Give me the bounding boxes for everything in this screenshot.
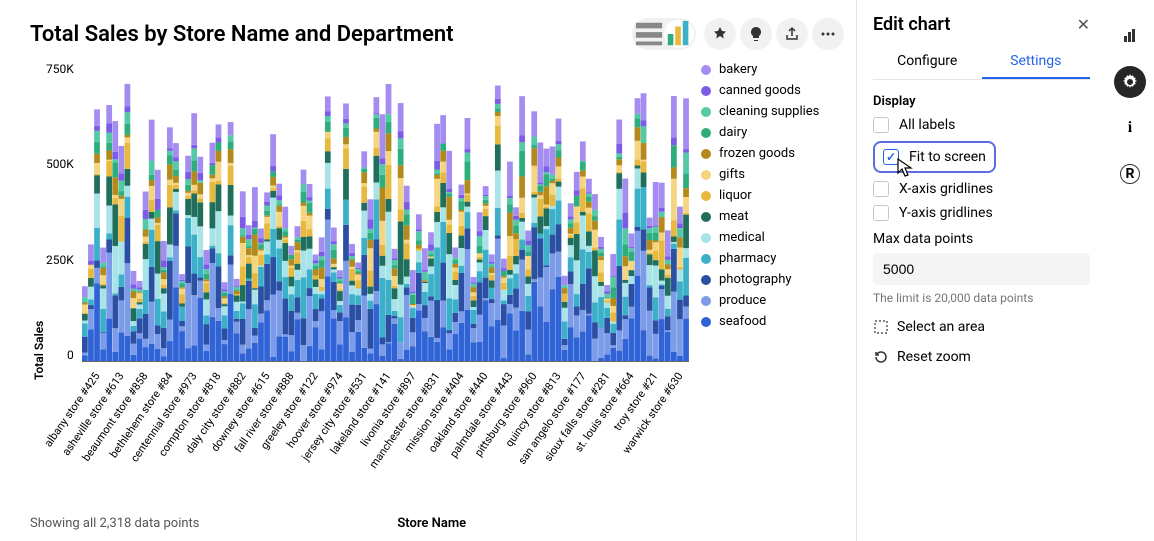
chart-area: Total Sales 750K500K250K0 albany store #… — [30, 58, 844, 512]
legend-item[interactable]: cleaning supplies — [701, 104, 844, 119]
reset-zoom-button[interactable]: Reset zoom — [873, 349, 1090, 365]
y-axis-ticks: 750K500K250K0 — [46, 62, 82, 362]
pin-icon[interactable] — [704, 18, 736, 50]
x-axis-label: Store Name — [200, 516, 844, 531]
select-area-button[interactable]: Select an area — [873, 319, 1090, 335]
right-rail: i R — [1106, 0, 1154, 541]
checkbox-x-gridlines[interactable]: X-axis gridlines — [873, 181, 1090, 197]
legend-item[interactable]: medical — [701, 230, 844, 245]
rail-r-icon[interactable]: R — [1114, 158, 1146, 190]
legend: bakery canned goods cleaning supplies dairy… — [689, 58, 844, 512]
checkbox-all-labels[interactable]: All labels — [873, 117, 1090, 133]
table-view-icon[interactable] — [634, 20, 664, 48]
legend-item[interactable]: liquor — [701, 188, 844, 203]
legend-item[interactable]: produce — [701, 293, 844, 308]
tab-settings[interactable]: Settings — [982, 45, 1091, 79]
idea-icon[interactable] — [740, 18, 772, 50]
checkbox-fit-to-screen[interactable]: Fit to screen — [873, 141, 996, 173]
rail-settings-icon[interactable] — [1114, 66, 1146, 98]
legend-item[interactable]: bakery — [701, 62, 844, 77]
status-text: Showing all 2,318 data points — [30, 516, 200, 531]
close-icon[interactable]: ✕ — [1077, 15, 1090, 34]
legend-item[interactable]: meat — [701, 209, 844, 224]
more-icon[interactable] — [812, 18, 844, 50]
chart-header: Total Sales by Store Name and Department — [30, 18, 844, 50]
legend-item[interactable]: photography — [701, 272, 844, 287]
rail-info-icon[interactable]: i — [1114, 112, 1146, 144]
rail-chart-icon[interactable] — [1114, 20, 1146, 52]
side-panel-title: Edit chart — [873, 14, 1077, 35]
checkbox-y-gridlines[interactable]: Y-axis gridlines — [873, 205, 1090, 221]
legend-item[interactable]: dairy — [701, 125, 844, 140]
plot[interactable]: albany store #425asheville store #613bea… — [82, 58, 689, 512]
x-axis-labels: albany store #425asheville store #613bea… — [82, 370, 689, 490]
max-points-input[interactable] — [873, 253, 1090, 285]
legend-item[interactable]: frozen goods — [701, 146, 844, 161]
legend-item[interactable]: gifts — [701, 167, 844, 182]
display-section-label: Display — [873, 94, 1090, 109]
side-tabs: Configure Settings — [873, 45, 1090, 80]
chart-footer: Showing all 2,318 data points Store Name — [30, 512, 844, 531]
share-icon[interactable] — [776, 18, 808, 50]
legend-item[interactable]: pharmacy — [701, 251, 844, 266]
view-toggle[interactable] — [632, 18, 696, 50]
tab-configure[interactable]: Configure — [873, 45, 982, 79]
chart-panel: Total Sales by Store Name and Department… — [0, 0, 856, 541]
legend-item[interactable]: canned goods — [701, 83, 844, 98]
legend-item[interactable]: seafood — [701, 314, 844, 329]
max-points-label: Max data points — [873, 231, 1090, 247]
edit-chart-panel: Edit chart ✕ Configure Settings Display … — [856, 0, 1106, 541]
chart-view-icon[interactable] — [664, 20, 694, 48]
chart-title: Total Sales by Store Name and Department — [30, 22, 632, 47]
max-points-hint: The limit is 20,000 data points — [873, 291, 1090, 305]
